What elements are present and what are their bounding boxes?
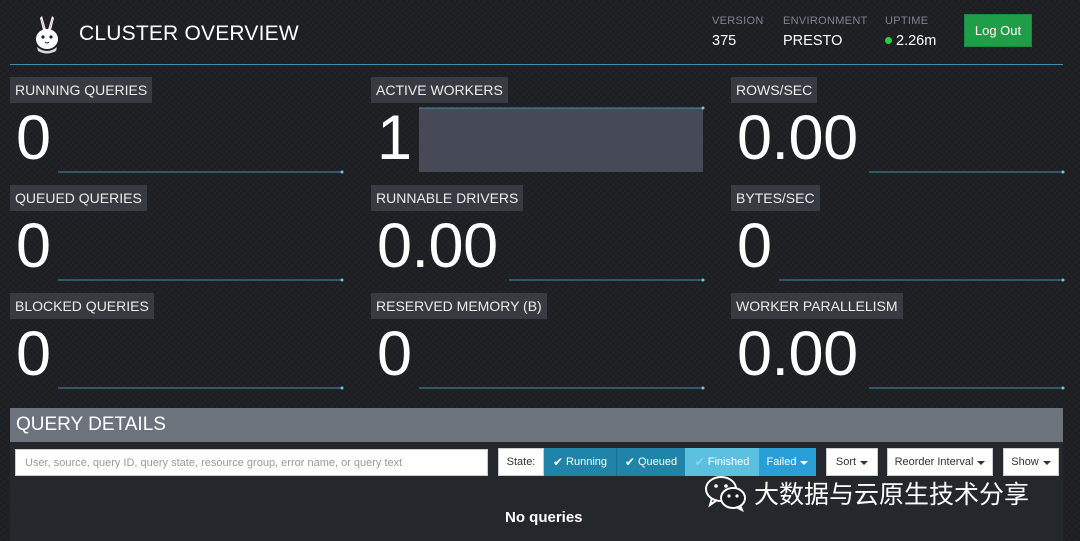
metric-value: 0 [737,211,772,281]
metric-label: WORKER PARALLELISM [731,293,903,319]
empty-state-message: No queries [505,509,583,526]
filter-finished-label: Finished [707,456,750,468]
version-label: VERSION [712,15,764,27]
metric-queued-queries: QUEUED QUERIES 0 [10,185,344,282]
uptime-value-row: 2.26m [885,33,936,49]
sort-dropdown[interactable]: Sort [826,448,878,476]
metric-reserved-memory: RESERVED MEMORY (B) 0 [371,293,705,390]
reorder-interval-label: Reorder Interval [894,456,974,468]
query-details-header: QUERY DETAILS [10,408,1063,442]
metric-active-workers: ACTIVE WORKERS 1 [371,77,705,173]
metric-bytes-per-sec: BYTES/SEC 0 [731,185,1065,282]
metric-value: 0.00 [737,103,858,173]
query-details-title: QUERY DETAILS [16,414,166,435]
metric-label: RUNNING QUERIES [10,77,153,103]
filter-failed-dropdown[interactable]: Failed [759,448,816,476]
uptime-value: 2.26m [896,33,937,49]
show-dropdown[interactable]: Show [1003,448,1059,476]
metric-runnable-drivers: RUNNABLE DRIVERS 0.00 [371,185,705,282]
metric-worker-parallelism: WORKER PARALLELISM 0.00 [731,293,1065,390]
metric-blocked-queries: BLOCKED QUERIES 0 [10,293,344,390]
show-label: Show [1011,456,1039,468]
metric-label: RUNNABLE DRIVERS [371,185,524,211]
metric-label: ROWS/SEC [731,77,818,103]
caret-down-icon [977,461,986,465]
filter-running-label: Running [566,456,608,468]
top-header: CLUSTER OVERVIEW VERSION 375 ENVIRONMENT… [0,0,1080,66]
version-stat: VERSION 375 [712,15,764,49]
uptime-stat: UPTIME 2.26m [885,15,936,49]
check-icon: ✔ [552,455,564,469]
metric-value: 1 [377,103,412,173]
metric-running-queries: RUNNING QUERIES 0 [10,77,344,174]
metric-value: 0.00 [737,319,858,389]
sort-label: Sort [835,456,857,468]
metric-value: 0.00 [377,211,498,281]
filter-failed-label: Failed [766,456,797,468]
query-search-input[interactable] [15,449,488,476]
watermark-text: 大数据与云原生技术分享 [754,481,1030,509]
wechat-icon [705,476,746,512]
uptime-label: UPTIME [885,15,929,27]
watermark: 大数据与云原生技术分享 [704,474,1029,512]
caret-down-icon [1042,461,1051,465]
header-divider [10,64,1063,65]
metric-rows-per-sec: ROWS/SEC 0.00 [731,77,1065,174]
filter-queued-button[interactable]: ✔ Queued [616,448,685,476]
metric-label: BYTES/SEC [731,185,820,211]
presto-bunny-logo-icon [36,16,58,54]
metric-label: QUEUED QUERIES [10,185,147,211]
metric-value: 0 [16,211,51,281]
caret-down-icon [860,461,869,465]
metric-value: 0 [16,103,51,173]
metric-value: 0 [377,319,412,389]
environment-value: PRESTO [783,33,843,49]
metric-label: BLOCKED QUERIES [10,293,154,319]
logout-button[interactable]: Log Out [964,14,1032,47]
sparkline-area [419,108,703,172]
filter-running-button[interactable]: ✔ Running [544,448,616,476]
page-title: CLUSTER OVERVIEW [79,22,299,45]
caret-down-icon [800,461,809,465]
state-filter-label: State: [498,448,544,476]
filter-queued-label: Queued [637,456,678,468]
metric-value: 0 [16,319,51,389]
reorder-interval-dropdown[interactable]: Reorder Interval [887,448,993,476]
check-icon: ✔ [694,455,705,469]
filter-finished-button[interactable]: ✔ Finished [685,448,759,476]
version-value: 375 [712,33,737,49]
metric-label: RESERVED MEMORY (B) [371,293,547,319]
environment-label: ENVIRONMENT [783,15,868,27]
metric-label: ACTIVE WORKERS [371,77,508,103]
environment-stat: ENVIRONMENT PRESTO [783,15,868,49]
check-icon: ✔ [624,455,635,469]
status-dot-icon [885,36,892,44]
